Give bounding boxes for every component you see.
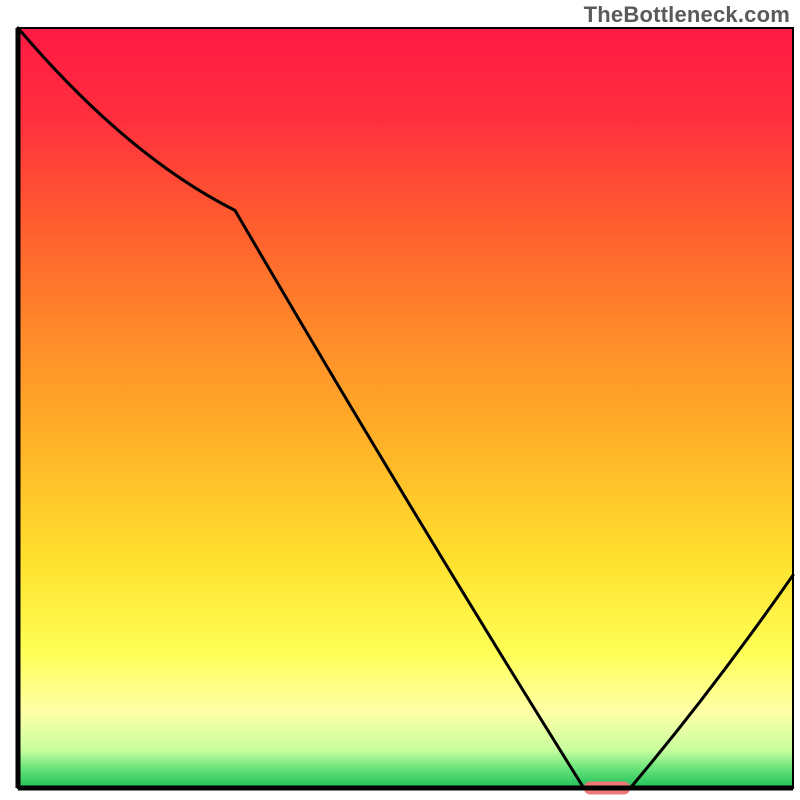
bottleneck-chart — [0, 0, 800, 800]
chart-container: TheBottleneck.com — [0, 0, 800, 800]
